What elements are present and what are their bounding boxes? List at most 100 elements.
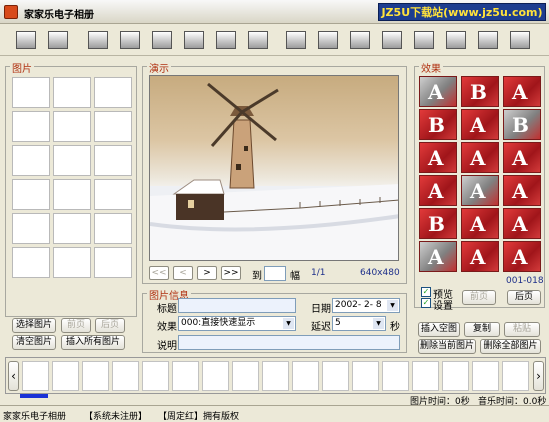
thumbnail-slot[interactable] — [12, 111, 50, 142]
filmstrip-slot[interactable] — [262, 361, 289, 391]
thumbnail-slot[interactable] — [12, 77, 50, 108]
filmstrip-slot[interactable] — [142, 361, 169, 391]
select-pictures-button[interactable]: 选择图片 — [12, 318, 56, 333]
effect-tile[interactable]: A — [503, 142, 541, 173]
description-input[interactable] — [178, 335, 400, 350]
previous-picture-button[interactable]: < — [173, 266, 193, 280]
filmstrip-slot[interactable] — [232, 361, 259, 391]
effect-tile[interactable]: A — [461, 175, 499, 206]
effect-tile[interactable]: A — [503, 76, 541, 107]
music-button[interactable] — [346, 27, 374, 53]
pictures-next-page-button[interactable]: 后页 — [95, 318, 125, 333]
delete-all-pictures-button[interactable]: 删除全部图片 — [480, 339, 541, 354]
next-picture-button[interactable]: > — [197, 266, 217, 280]
filmstrip-slot[interactable] — [22, 361, 49, 391]
effect-tile-glyph: A — [470, 245, 486, 269]
thumbnail-slot[interactable] — [94, 247, 132, 278]
filmstrip-selection-marker — [20, 394, 48, 398]
effect-tile[interactable]: A — [461, 241, 499, 272]
filmstrip-slot[interactable] — [442, 361, 469, 391]
filmstrip-slot[interactable] — [352, 361, 379, 391]
cd-button[interactable] — [474, 27, 502, 53]
effect-tile[interactable]: A — [503, 241, 541, 272]
title-input[interactable] — [178, 298, 296, 313]
effect-tile[interactable]: A — [419, 175, 457, 206]
goto-picture-input[interactable] — [264, 266, 286, 281]
effect-tile[interactable]: A — [461, 208, 499, 239]
delay-select[interactable]: 5 — [332, 316, 386, 331]
film-button[interactable] — [314, 27, 342, 53]
filmstrip-scroll-left-button[interactable]: ‹ — [8, 361, 19, 391]
filmstrip-slot[interactable] — [172, 361, 199, 391]
filmstrip-slot[interactable] — [322, 361, 349, 391]
effect-tile[interactable]: B — [461, 76, 499, 107]
thumbnail-slot[interactable] — [12, 179, 50, 210]
thumbnail-slot[interactable] — [94, 111, 132, 142]
thumbnail-slot[interactable] — [12, 145, 50, 176]
filmstrip-slot[interactable] — [52, 361, 79, 391]
filmstrip-slot[interactable] — [382, 361, 409, 391]
thumbnail-slot[interactable] — [94, 213, 132, 244]
thumbnail-slot[interactable] — [53, 179, 91, 210]
effect-tile[interactable]: A — [503, 175, 541, 206]
magnify-button[interactable] — [410, 27, 438, 53]
effects-next-page-button[interactable]: 后页 — [507, 290, 541, 305]
filmstrip-slot[interactable] — [202, 361, 229, 391]
exit-button[interactable] — [506, 27, 534, 53]
clear-pictures-button[interactable]: 清空图片 — [12, 335, 56, 350]
video-button[interactable] — [442, 27, 470, 53]
pictures-prev-page-button[interactable]: 前页 — [61, 318, 91, 333]
open-document-button[interactable] — [180, 27, 208, 53]
first-picture-button[interactable]: << — [149, 266, 169, 280]
text-doc-button[interactable] — [244, 27, 272, 53]
thumbnail-slot[interactable] — [94, 179, 132, 210]
save-button[interactable] — [84, 27, 112, 53]
thumbnail-slot[interactable] — [94, 77, 132, 108]
effects-prev-page-button[interactable]: 前页 — [462, 290, 496, 305]
preview-checkbox[interactable]: ✓ — [421, 287, 431, 297]
filmstrip-slot[interactable] — [82, 361, 109, 391]
thumbnail-slot[interactable] — [53, 213, 91, 244]
thumbnail-slot[interactable] — [12, 247, 50, 278]
thumbnail-grid — [12, 77, 132, 278]
effect-tile[interactable]: A — [419, 76, 457, 107]
thumbnail-slot[interactable] — [12, 213, 50, 244]
filmstrip-slot[interactable] — [112, 361, 139, 391]
insert-all-pictures-button[interactable]: 插入所有图片 — [61, 335, 125, 350]
last-picture-button[interactable]: >> — [221, 266, 241, 280]
thumbnail-slot[interactable] — [53, 247, 91, 278]
copy-pages-button[interactable] — [116, 27, 144, 53]
effect-tile[interactable]: B — [419, 109, 457, 140]
effect-tile[interactable]: A — [461, 109, 499, 140]
effect-tile[interactable]: B — [503, 109, 541, 140]
filmstrip-slot[interactable] — [502, 361, 529, 391]
delete-current-picture-button[interactable]: 删除当前图片 — [418, 339, 476, 354]
effect-select[interactable]: 000:直接快速显示 — [178, 316, 296, 331]
filmstrip-scroll-right-button[interactable]: › — [533, 361, 544, 391]
open-folder-button[interactable] — [44, 27, 72, 53]
filmstrip-slot[interactable] — [292, 361, 319, 391]
paste-button[interactable]: 粘贴 — [504, 322, 540, 337]
effect-tile[interactable]: A — [419, 241, 457, 272]
add-picture-button[interactable] — [12, 27, 40, 53]
effect-tile[interactable]: A — [503, 208, 541, 239]
effect-tile[interactable]: B — [419, 208, 457, 239]
thumbnail-slot[interactable] — [53, 111, 91, 142]
thumbnail-slot[interactable] — [94, 145, 132, 176]
edit-button[interactable] — [282, 27, 310, 53]
copy-pages-icon — [120, 31, 140, 49]
thumbnail-slot[interactable] — [53, 145, 91, 176]
save-document-button[interactable] — [212, 27, 240, 53]
insert-blank-button[interactable]: 插入空图 — [418, 322, 460, 337]
effect-tile[interactable]: A — [419, 142, 457, 173]
new-document-button[interactable] — [148, 27, 176, 53]
camera-button[interactable] — [378, 27, 406, 53]
copy-button[interactable]: 复制 — [464, 322, 500, 337]
filmstrip-slot[interactable] — [472, 361, 499, 391]
thumbnail-slot[interactable] — [53, 77, 91, 108]
filmstrip-slot[interactable] — [412, 361, 439, 391]
effect-tile[interactable]: A — [461, 142, 499, 173]
effects-range: 001-018 — [506, 276, 544, 286]
settings-checkbox[interactable]: ✓ — [421, 298, 431, 308]
date-picker[interactable]: 2002- 2- 8 — [332, 298, 400, 313]
